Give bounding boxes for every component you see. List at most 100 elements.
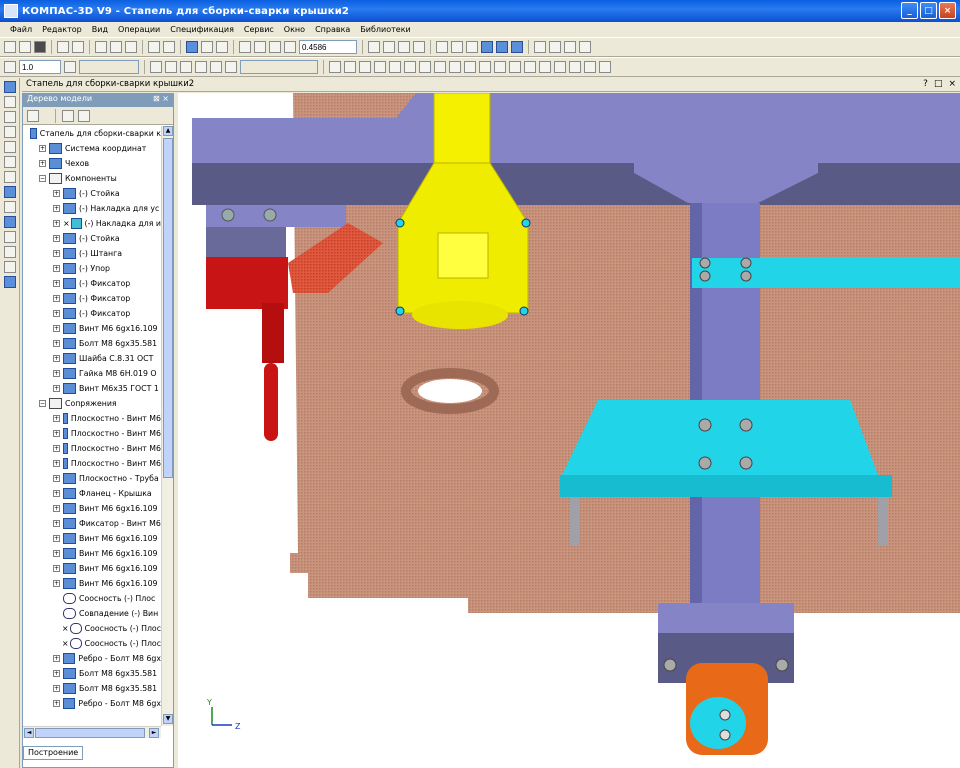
document-maximize-button[interactable]: □ [934, 79, 943, 89]
hide-icon[interactable] [549, 41, 561, 53]
expand-icon[interactable]: + [53, 670, 60, 677]
expand-icon[interactable]: + [53, 700, 60, 707]
dimension-icon[interactable] [180, 61, 192, 73]
arc-icon[interactable] [404, 61, 416, 73]
expand-icon[interactable]: + [53, 340, 60, 347]
tree-item[interactable]: + Чехов [23, 156, 161, 171]
expand-icon[interactable]: + [53, 250, 60, 257]
zoom-out-icon[interactable] [254, 41, 266, 53]
expand-icon[interactable]: + [53, 370, 60, 377]
tree-panel-icon[interactable] [186, 41, 198, 53]
mirror-icon[interactable] [464, 61, 476, 73]
measure-icon[interactable] [4, 231, 16, 243]
menu-help[interactable]: Справка [315, 25, 350, 34]
tree-item[interactable]: + Болт М8 6gx35.581 [23, 666, 161, 681]
attach-icon[interactable] [584, 61, 596, 73]
tree-item[interactable]: + Фланец - Крышка [23, 486, 161, 501]
document-close-button[interactable]: × [948, 79, 956, 89]
library-icon[interactable] [4, 276, 16, 288]
expand-icon[interactable]: + [53, 565, 60, 572]
tree-item[interactable]: + (-) Стойка [23, 231, 161, 246]
redo-icon[interactable] [163, 41, 175, 53]
tree-item[interactable]: + Винт М6 6gx16.109 [23, 561, 161, 576]
menu-specification[interactable]: Спецификация [170, 25, 234, 34]
expand-icon[interactable]: + [53, 505, 60, 512]
step-input[interactable] [19, 60, 61, 74]
zoom-in-icon[interactable] [239, 41, 251, 53]
line-icon[interactable] [374, 61, 386, 73]
layout-icon[interactable] [579, 41, 591, 53]
minimize-button[interactable]: _ [901, 2, 918, 19]
expand-icon[interactable]: + [53, 460, 60, 467]
explode-icon[interactable] [599, 61, 611, 73]
rotate-icon[interactable] [509, 61, 521, 73]
expand-icon[interactable]: + [53, 205, 60, 212]
tree-item[interactable]: + Винт М6x35 ГОСТ 1 [23, 381, 161, 396]
settings-icon[interactable] [564, 41, 576, 53]
extrude-icon[interactable] [4, 201, 16, 213]
tree-item[interactable]: + (-) Стойка [23, 186, 161, 201]
tree-horizontal-scrollbar[interactable]: ◄ ► [23, 726, 161, 738]
tree-view-icon[interactable] [78, 109, 90, 122]
geometry-icon[interactable] [4, 141, 16, 153]
wireframe-icon[interactable] [436, 41, 448, 53]
save-icon[interactable] [34, 41, 46, 53]
plane-icon[interactable] [344, 61, 356, 73]
tree-item[interactable]: + Болт М8 6gx35.581 [23, 681, 161, 696]
tree-item[interactable]: × Соосность (-) Плос [23, 636, 161, 651]
scroll-right-arrow[interactable]: ► [149, 728, 159, 738]
scroll-thumb[interactable] [35, 728, 145, 738]
menu-view[interactable]: Вид [92, 25, 108, 34]
tree-item[interactable]: + Ребро - Болт М8 6gx [23, 651, 161, 666]
show-all-icon[interactable] [534, 41, 546, 53]
cut-icon[interactable] [95, 41, 107, 53]
build-order-icon[interactable] [27, 109, 39, 122]
scroll-thumb[interactable] [163, 138, 173, 478]
collision-icon[interactable] [569, 61, 581, 73]
tree-item[interactable]: + Винт М6 6gx16.109 [23, 531, 161, 546]
scroll-up-arrow[interactable]: ▲ [163, 126, 173, 136]
expand-icon[interactable]: + [53, 535, 60, 542]
tree-item[interactable]: + Ребро - Болт М8 6gx [23, 696, 161, 711]
tree-item[interactable]: Стапель для сборки-сварки к [23, 126, 161, 141]
feature-icon[interactable] [4, 186, 16, 198]
expand-icon[interactable]: + [39, 145, 46, 152]
print-preview-icon[interactable] [72, 41, 84, 53]
zoom-fit-icon[interactable] [284, 41, 296, 53]
grid-step-icon[interactable] [4, 61, 16, 73]
tree-item[interactable]: + Плоскостно - Винт М6 [23, 411, 161, 426]
hidden-lines-icon[interactable] [451, 41, 463, 53]
zoom-input[interactable] [299, 40, 357, 54]
expand-icon[interactable]: + [53, 445, 60, 452]
menu-service[interactable]: Сервис [244, 25, 274, 34]
menu-file[interactable]: Файл [10, 25, 32, 34]
maximize-button[interactable]: □ [920, 2, 937, 19]
point-icon[interactable] [359, 61, 371, 73]
measure-icon[interactable] [554, 61, 566, 73]
expand-icon[interactable]: + [53, 490, 60, 497]
tree-item[interactable]: + Винт М6 6gx16.109 [23, 576, 161, 591]
snap-icon[interactable] [210, 61, 222, 73]
expand-icon[interactable]: + [39, 160, 46, 167]
cursor-icon[interactable] [64, 61, 76, 73]
close-button[interactable]: × [939, 2, 956, 19]
scale-icon[interactable] [524, 61, 536, 73]
hidden-thin-icon[interactable] [466, 41, 478, 53]
orientation-icon[interactable] [368, 41, 380, 53]
expand-icon[interactable]: + [53, 310, 60, 317]
menu-window[interactable]: Окно [284, 25, 305, 34]
expand-icon[interactable]: + [53, 220, 60, 227]
mate-icon[interactable] [4, 111, 16, 123]
menu-libraries[interactable]: Библиотеки [360, 25, 410, 34]
pan-icon[interactable] [383, 41, 395, 53]
tree-item[interactable]: + Гайка М8 6Н.019 О [23, 366, 161, 381]
tree-item[interactable]: + Плоскостно - Винт М6 [23, 456, 161, 471]
tree-item[interactable]: + (-) Фиксатор [23, 291, 161, 306]
move-icon[interactable] [494, 61, 506, 73]
scroll-down-arrow[interactable]: ▼ [163, 714, 173, 724]
circle-icon[interactable] [389, 61, 401, 73]
select-filter-icon[interactable] [216, 41, 228, 53]
expand-icon[interactable]: + [53, 325, 60, 332]
print-icon[interactable] [57, 41, 69, 53]
tree-item[interactable]: + (-) Фиксатор [23, 306, 161, 321]
